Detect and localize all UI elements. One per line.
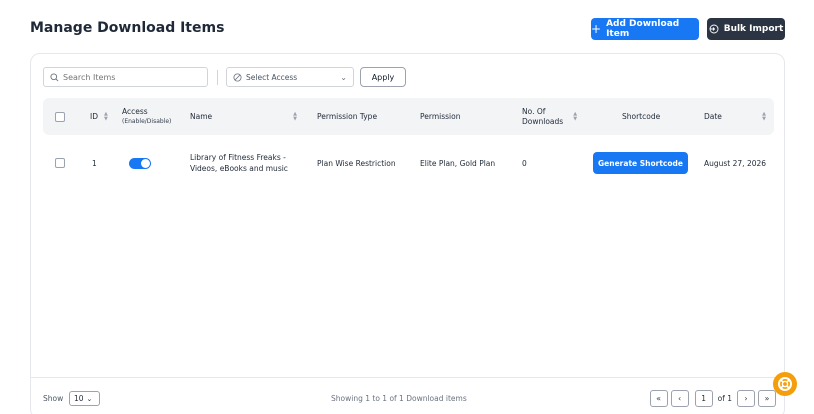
sort-icon: ▲ ▼ xyxy=(573,110,578,122)
help-button[interactable] xyxy=(773,372,797,396)
access-toggle-cell xyxy=(129,149,151,177)
filter-divider xyxy=(217,70,218,85)
prev-page-button[interactable]: ‹ xyxy=(670,390,689,407)
ban-icon xyxy=(233,72,242,82)
column-access-sublabel: (Enable/Disable) xyxy=(122,117,172,125)
table-row: 1 Library of Fitness Freaks - Videos, eB… xyxy=(43,149,774,177)
access-toggle[interactable] xyxy=(129,157,151,169)
import-icon xyxy=(709,24,719,34)
row-checkbox-cell xyxy=(55,149,65,177)
table-footer: Show 10 ⌄ Showing 1 to 1 of 1 Download i… xyxy=(31,377,784,414)
generate-shortcode-button[interactable]: Generate Shortcode xyxy=(593,152,688,174)
per-page-select[interactable]: 10 ⌄ xyxy=(69,391,100,406)
bulk-import-label: Bulk Import xyxy=(723,24,784,34)
column-shortcode: Shortcode xyxy=(622,112,661,121)
select-access-dropdown[interactable]: Select Access ⌄ xyxy=(226,67,354,87)
page-header: Manage Download Items + Add Download Ite… xyxy=(30,18,785,42)
first-page-button[interactable]: « xyxy=(649,390,668,407)
row-permission: Elite Plan, Gold Plan xyxy=(420,158,496,168)
lifebuoy-icon xyxy=(778,377,792,391)
column-access: Access (Enable/Disable) xyxy=(122,98,171,135)
row-permission-type: Plan Wise Restriction xyxy=(317,158,396,168)
column-name[interactable]: Name ▲ ▼ xyxy=(190,98,297,135)
column-downloads-label: No. Of Downloads xyxy=(522,107,563,127)
row-date: August 27, 2026 xyxy=(704,158,767,168)
page-number-input[interactable]: 1 xyxy=(694,390,713,407)
add-download-item-button[interactable]: + Add Download Item xyxy=(591,18,699,40)
row-checkbox[interactable] xyxy=(55,158,65,168)
page-count-text: of 1 xyxy=(717,394,732,403)
column-name-label: Name xyxy=(190,112,213,121)
apply-button[interactable]: Apply xyxy=(360,67,406,87)
row-name: Library of Fitness Freaks - Videos, eBoo… xyxy=(190,149,300,177)
bulk-import-button[interactable]: Bulk Import xyxy=(707,18,785,40)
column-id-label: ID xyxy=(90,112,98,121)
select-access-label: Select Access xyxy=(246,72,298,82)
column-downloads[interactable]: No. Of Downloads ▲ ▼ xyxy=(522,98,577,135)
shortcode-cell: Generate Shortcode xyxy=(593,149,688,177)
select-all-checkbox[interactable] xyxy=(55,111,65,122)
download-items-card: Select Access ⌄ Apply ID ▲▼ Access (Enab… xyxy=(30,53,785,414)
sort-icon: ▲ ▼ xyxy=(104,110,108,122)
column-date[interactable]: Date ▲ ▼ xyxy=(704,98,766,135)
pagination: « ‹ 1 of 1 › » xyxy=(649,390,776,407)
row-name-line-2: Videos, eBooks and music xyxy=(190,164,288,173)
chevron-down-icon: ⌄ xyxy=(86,394,93,403)
add-download-item-label: Add Download Item xyxy=(606,19,680,39)
last-page-button[interactable]: » xyxy=(758,390,776,407)
chevron-down-icon: ⌄ xyxy=(340,72,347,82)
search-icon xyxy=(50,72,59,81)
filter-bar: Select Access ⌄ Apply xyxy=(43,67,423,87)
plus-icon: + xyxy=(591,22,602,36)
show-label: Show xyxy=(43,394,64,403)
search-box[interactable] xyxy=(43,67,208,87)
sort-icon: ▲ ▼ xyxy=(293,110,297,122)
next-page-button[interactable]: › xyxy=(737,390,755,407)
row-id: 1 xyxy=(92,158,97,168)
table-header: ID ▲ ▼ Access (Enable/Disable) Name ▲ ▼ Pe… xyxy=(43,98,774,135)
column-permission-type: Permission Type xyxy=(317,112,378,121)
sort-icon: ▲ ▼ xyxy=(762,110,766,122)
column-permission: Permission xyxy=(420,112,461,121)
per-page-value: 10 xyxy=(74,394,84,403)
row-name-text: Library of Fitness Freaks - Videos, eBoo… xyxy=(190,152,300,174)
column-access-label: Access xyxy=(122,106,148,116)
column-id[interactable]: ID ▲ ▼ xyxy=(90,98,108,135)
select-all-cell xyxy=(55,98,65,135)
search-input[interactable] xyxy=(63,72,203,82)
row-downloads: 0 xyxy=(522,158,527,168)
column-downloads-label-1: No. Of xyxy=(522,106,546,116)
column-downloads-label-2: Downloads xyxy=(522,116,564,126)
showing-summary: Showing 1 to 1 of 1 Download items xyxy=(331,394,467,403)
column-date-label: Date xyxy=(704,112,722,121)
row-name-line-1: Library of Fitness Freaks - xyxy=(190,153,286,162)
page-title: Manage Download Items xyxy=(30,20,225,36)
toggle-knob xyxy=(141,158,150,168)
